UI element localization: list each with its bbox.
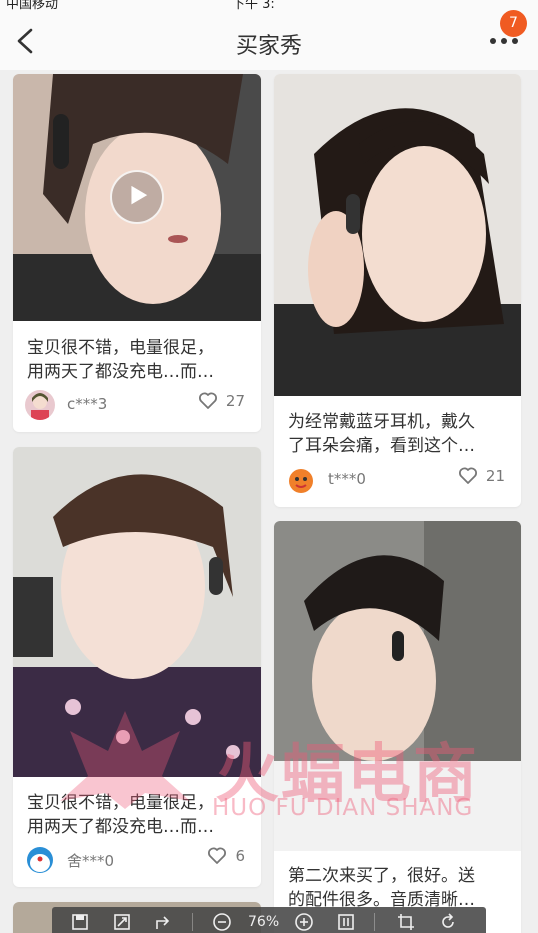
- review-photo[interactable]: [274, 74, 521, 396]
- review-caption: 宝贝很不错，电量很足， 用两天了都没充电…而…: [27, 338, 214, 382]
- user-avatar[interactable]: [25, 390, 55, 420]
- actual-size-icon[interactable]: [336, 912, 356, 932]
- like-button[interactable]: 21: [458, 467, 505, 485]
- review-photo[interactable]: [13, 74, 261, 321]
- user-avatar[interactable]: [25, 845, 55, 875]
- review-card[interactable]: 宝贝很不错，电量很足， 用两天了都没充电…而… 舍***0 6: [13, 447, 261, 887]
- like-count: 6: [235, 847, 245, 865]
- fit-screen-icon[interactable]: [112, 912, 132, 932]
- review-card[interactable]: 为经常戴蓝牙耳机，戴久 了耳朵会痛，看到这个… t***0 21: [274, 74, 521, 507]
- review-photo[interactable]: [13, 447, 261, 777]
- share-icon[interactable]: [154, 912, 174, 932]
- zoom-level: 76%: [248, 914, 280, 930]
- heart-icon: [198, 392, 217, 409]
- notification-badge: 7: [500, 10, 527, 37]
- heart-icon: [208, 847, 227, 864]
- review-caption: 第二次来买了，很好。送 的配件很多。音质清晰…: [288, 866, 475, 910]
- username[interactable]: 舍***0: [67, 850, 114, 871]
- review-caption: 宝贝很不错，电量很足， 用两天了都没充电…而…: [27, 793, 214, 837]
- like-button[interactable]: 6: [207, 847, 245, 865]
- like-count: 27: [225, 392, 245, 410]
- username[interactable]: c***3: [67, 395, 107, 413]
- video-play-icon[interactable]: [110, 170, 164, 224]
- username[interactable]: t***0: [328, 470, 366, 488]
- zoom-in-icon[interactable]: [294, 912, 314, 932]
- heart-icon: [458, 467, 477, 484]
- like-count: 21: [485, 467, 505, 485]
- crop-icon[interactable]: [396, 912, 416, 932]
- user-avatar[interactable]: [286, 465, 316, 495]
- page-title: 买家秀: [235, 34, 302, 59]
- review-photo[interactable]: [274, 521, 521, 851]
- review-meta: t***0 21: [286, 465, 509, 495]
- carrier-label: 中国移动: [6, 0, 59, 12]
- review-caption: 为经常戴蓝牙耳机，戴久 了耳朵会痛，看到这个…: [288, 412, 475, 456]
- save-icon[interactable]: [70, 912, 90, 932]
- status-time: 下午 3:: [232, 0, 275, 12]
- viewer-toolbar: 76%: [52, 907, 486, 933]
- like-button[interactable]: 27: [198, 392, 245, 410]
- review-meta: c***3 27: [25, 390, 249, 420]
- review-meta: 舍***0 6: [25, 845, 249, 875]
- rotate-icon[interactable]: [438, 912, 458, 932]
- zoom-out-icon[interactable]: [212, 912, 232, 932]
- review-card[interactable]: 宝贝很不错，电量很足， 用两天了都没充电…而… c***3 27: [13, 74, 261, 432]
- review-card[interactable]: 第二次来买了，很好。送 的配件很多。音质清晰…: [274, 521, 521, 933]
- more-options-icon[interactable]: [490, 38, 520, 48]
- nav-header: 买家秀 7: [0, 10, 538, 70]
- status-bar: 中国移动 下午 3:: [0, 0, 538, 14]
